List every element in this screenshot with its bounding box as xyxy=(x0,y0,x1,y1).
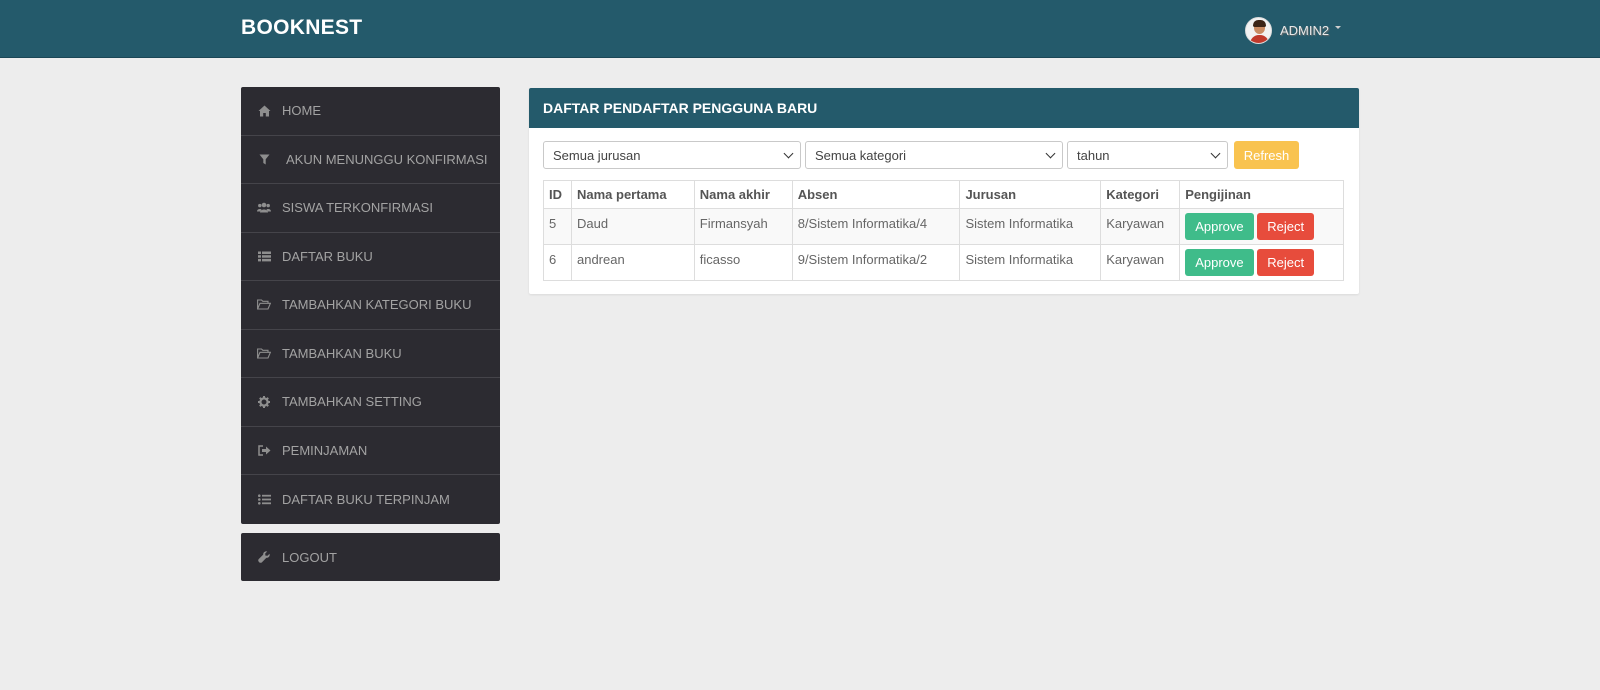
folder-open-icon xyxy=(257,346,271,360)
registrants-table: ID Nama pertama Nama akhir Absen Jurusan… xyxy=(543,180,1344,281)
wrench-icon xyxy=(257,550,271,564)
sidebar-item-tambahkan-setting[interactable]: TAMBAHKAN SETTING xyxy=(241,378,500,427)
sidebar-item-label: SISWA TERKONFIRMASI xyxy=(282,200,433,216)
column-header: Absen xyxy=(791,180,961,209)
cell-last-name: ficasso xyxy=(693,244,793,281)
cell-actions: Approve Reject xyxy=(1179,244,1344,281)
cell-jurusan: Sistem Informatika xyxy=(959,244,1102,281)
cell-first-name: Daud xyxy=(570,208,695,245)
cell-kategori: Karyawan xyxy=(1100,208,1181,245)
cell-kategori: Karyawan xyxy=(1100,244,1181,281)
caret-down-icon xyxy=(1335,25,1342,29)
cell-id: 6 xyxy=(543,244,572,281)
sidebar-item-label: PEMINJAMAN xyxy=(282,442,368,458)
logout-section: LOGOUT xyxy=(241,533,500,581)
list-icon xyxy=(257,249,271,263)
chevron-down-icon xyxy=(1210,148,1221,158)
filter-bar: Semua jurusan Semua kategori tahun Refre… xyxy=(543,141,1299,169)
column-header: Pengijinan xyxy=(1179,180,1344,209)
brand-logo[interactable]: BOOKNEST xyxy=(241,16,362,40)
sidebar-item-tambahkan-kategori-buku[interactable]: TAMBAHKAN KATEGORI BUKU xyxy=(241,281,500,330)
kategori-select-value: Semua kategori xyxy=(815,147,907,163)
sidebar-item-label: DAFTAR BUKU xyxy=(282,248,373,264)
cell-first-name: andrean xyxy=(570,244,695,281)
table-row: 6 andrean ficasso 9/Sistem Informatika/2… xyxy=(543,244,1344,281)
list-ul-icon xyxy=(257,492,271,506)
sidebar-item-akun-menunggu-konfirmasi[interactable]: AKUN MENUNGGU KONFIRMASI xyxy=(241,136,500,184)
sidebar-item-siswa-terkonfirmasi[interactable]: SISWA TERKONFIRMASI xyxy=(241,184,500,233)
cell-absen: 8/Sistem Informatika/4 xyxy=(791,208,961,245)
home-icon xyxy=(257,104,271,118)
sidebar-item-label: TAMBAHKAN SETTING xyxy=(282,394,422,410)
jurusan-select-value: Semua jurusan xyxy=(553,147,641,163)
gear-icon xyxy=(257,395,271,409)
user-name: ADMIN2 xyxy=(1280,22,1330,38)
sidebar-item-label: HOME xyxy=(282,103,321,119)
cell-actions: Approve Reject xyxy=(1179,208,1344,245)
top-navbar: BOOKNEST ADMIN2 xyxy=(0,0,1600,58)
sidebar-item-home[interactable]: HOME xyxy=(241,87,500,136)
cell-jurusan: Sistem Informatika xyxy=(959,208,1102,245)
approve-button[interactable]: Approve xyxy=(1185,213,1254,240)
sidebar-item-label: TAMBAHKAN BUKU xyxy=(282,345,402,361)
panel-title: DAFTAR PENDAFTAR PENGGUNA BARU xyxy=(529,88,1359,128)
sidebar-item-label: AKUN MENUNGGU KONFIRMASI xyxy=(286,151,488,167)
sidebar-item-logout[interactable]: LOGOUT xyxy=(241,533,500,581)
sidebar-item-label: DAFTAR BUKU TERPINJAM xyxy=(282,491,450,507)
reject-button[interactable]: Reject xyxy=(1257,249,1315,276)
sign-out-icon xyxy=(257,443,271,457)
column-header: ID xyxy=(543,180,572,209)
jurusan-select[interactable]: Semua jurusan xyxy=(543,141,801,169)
registrants-panel: DAFTAR PENDAFTAR PENGGUNA BARU Semua jur… xyxy=(529,88,1359,294)
column-header: Nama pertama xyxy=(570,180,695,209)
sidebar-nav: HOME AKUN MENUNGGU KONFIRMASI SISWA TERK… xyxy=(241,87,500,524)
column-header: Kategori xyxy=(1100,180,1181,209)
sidebar-item-peminjaman[interactable]: PEMINJAMAN xyxy=(241,427,500,475)
refresh-button[interactable]: Refresh xyxy=(1234,141,1299,169)
reject-button[interactable]: Reject xyxy=(1257,213,1315,240)
users-icon xyxy=(257,201,271,215)
cell-id: 5 xyxy=(543,208,572,245)
chevron-down-icon xyxy=(783,148,794,158)
sidebar-item-tambahkan-buku[interactable]: TAMBAHKAN BUKU xyxy=(241,330,500,378)
sidebar-item-daftar-buku[interactable]: DAFTAR BUKU xyxy=(241,233,500,281)
approve-button[interactable]: Approve xyxy=(1185,249,1254,276)
cell-absen: 9/Sistem Informatika/2 xyxy=(791,244,961,281)
user-menu[interactable]: ADMIN2 xyxy=(1245,16,1342,44)
kategori-select[interactable]: Semua kategori xyxy=(805,141,1063,169)
table-header-row: ID Nama pertama Nama akhir Absen Jurusan… xyxy=(543,180,1344,209)
tahun-select-value: tahun xyxy=(1077,147,1110,163)
column-header: Nama akhir xyxy=(693,180,793,209)
folder-open-icon xyxy=(257,298,271,312)
sidebar-item-daftar-buku-terpinjam[interactable]: DAFTAR BUKU TERPINJAM xyxy=(241,475,500,524)
tahun-select[interactable]: tahun xyxy=(1067,141,1228,169)
filter-icon xyxy=(257,152,271,166)
avatar xyxy=(1245,16,1272,44)
cell-last-name: Firmansyah xyxy=(693,208,793,245)
chevron-down-icon xyxy=(1045,148,1056,158)
sidebar-item-label: TAMBAHKAN KATEGORI BUKU xyxy=(282,297,472,313)
table-row: 5 Daud Firmansyah 8/Sistem Informatika/4… xyxy=(543,208,1344,245)
column-header: Jurusan xyxy=(959,180,1102,209)
sidebar-item-label: LOGOUT xyxy=(282,549,337,565)
